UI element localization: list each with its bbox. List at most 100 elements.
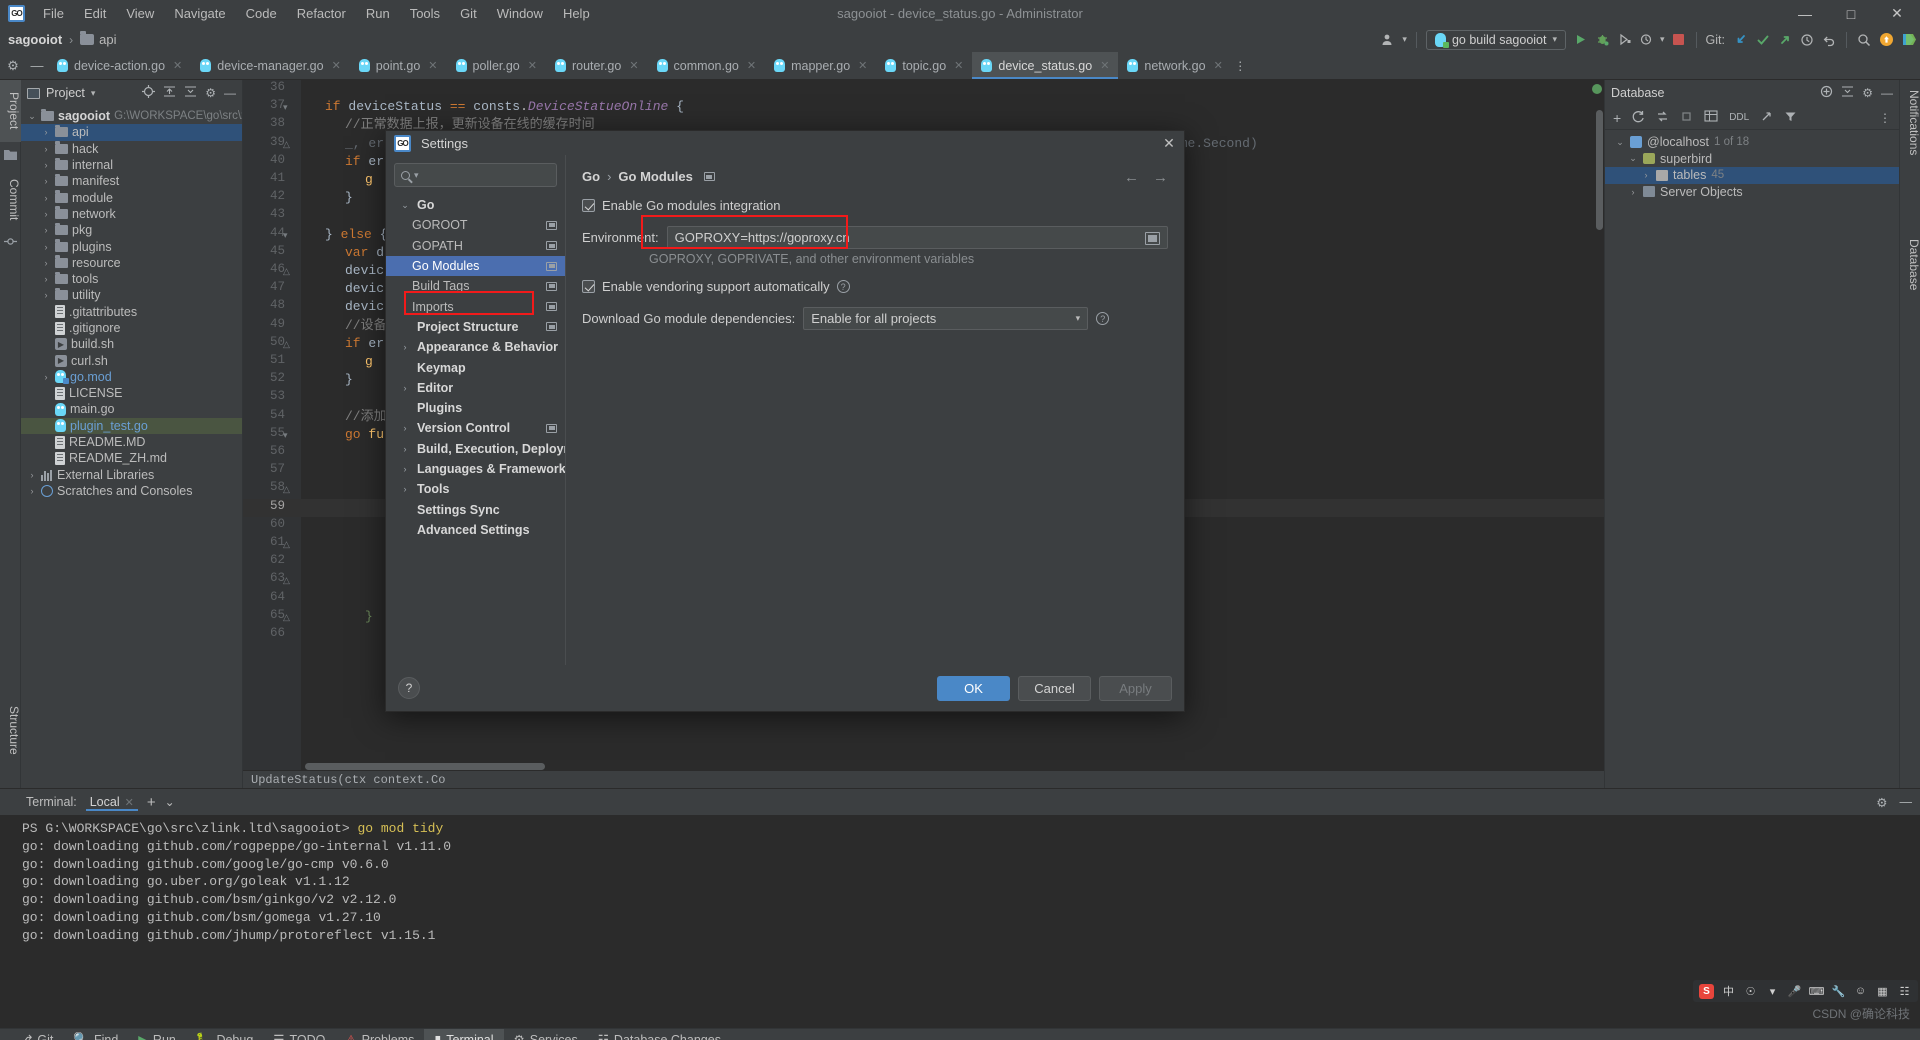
settings-tree-item[interactable]: › Languages & Frameworks xyxy=(386,459,566,479)
editor-tab[interactable]: poller.go ✕ xyxy=(447,52,546,79)
settings-tree-item[interactable]: › Build, Execution, Deployment xyxy=(386,439,566,459)
nav-forward-icon[interactable]: → xyxy=(1153,169,1168,186)
expand-chevron-icon[interactable]: › xyxy=(41,274,51,284)
settings-help-button[interactable]: ? xyxy=(398,677,420,699)
expand-chevron-icon[interactable]: › xyxy=(41,127,51,137)
run-configuration-selector[interactable]: go build sagooiot ▾ xyxy=(1425,29,1567,50)
tree-row[interactable]: › pkg xyxy=(21,222,242,238)
stop-button[interactable] xyxy=(1671,32,1687,48)
tab-close-icon[interactable]: ✕ xyxy=(528,59,537,72)
project-chevron-down-icon[interactable]: ▾ xyxy=(91,88,96,99)
db-add-datasource-icon[interactable] xyxy=(1820,85,1833,101)
enable-go-modules-checkbox[interactable] xyxy=(582,199,595,212)
commit-icon[interactable] xyxy=(1755,32,1771,48)
db-jump-icon[interactable] xyxy=(1760,110,1773,126)
microphone-icon[interactable]: 🎤 xyxy=(1787,984,1802,999)
tree-row[interactable]: › network xyxy=(21,206,242,222)
download-help-icon[interactable]: ? xyxy=(1096,312,1110,325)
tab-close-icon[interactable]: ✕ xyxy=(858,59,867,72)
editor-tab[interactable]: mapper.go ✕ xyxy=(765,52,876,79)
settings-tree-item[interactable]: › Version Control xyxy=(386,418,565,438)
inspection-status-icon[interactable] xyxy=(1592,84,1602,94)
project-scope-icon[interactable] xyxy=(546,261,557,271)
close-button[interactable]: ✕ xyxy=(1874,0,1920,27)
project-scope-icon[interactable] xyxy=(546,241,557,251)
sidebar-item-structure[interactable]: Structure xyxy=(0,695,21,765)
rollback-icon[interactable] xyxy=(1821,32,1837,48)
breadcrumb-parent[interactable]: Go xyxy=(582,169,600,184)
keyboard-icon[interactable]: ⌨ xyxy=(1809,984,1825,999)
settings-tree-item[interactable]: Settings Sync xyxy=(386,499,565,519)
sogou-icon[interactable]: S xyxy=(1699,983,1714,999)
expand-chevron-icon[interactable]: › xyxy=(398,342,412,352)
db-more-icon[interactable]: ⋮ xyxy=(1879,111,1891,125)
editor-tab[interactable]: router.go ✕ xyxy=(546,52,648,79)
project-scope-icon[interactable] xyxy=(546,281,557,291)
project-scope-icon[interactable] xyxy=(546,302,557,312)
expand-chevron-icon[interactable]: › xyxy=(41,193,51,203)
ide-assistant-icon[interactable] xyxy=(1900,32,1916,48)
expand-chevron-icon[interactable]: › xyxy=(41,242,51,252)
minimize-button[interactable]: — xyxy=(1782,0,1828,27)
run-with-coverage-button[interactable] xyxy=(1616,32,1632,48)
terminal-add-icon[interactable]: + xyxy=(147,794,156,811)
toolbox-icon[interactable]: 🔧 xyxy=(1831,984,1846,999)
tab-close-icon[interactable]: ✕ xyxy=(629,59,638,72)
tree-row[interactable]: README_ZH.md xyxy=(21,450,242,466)
expand-chevron-icon[interactable]: › xyxy=(41,258,51,268)
settings-tree-item[interactable]: ⌄ Go xyxy=(386,195,565,215)
vendoring-help-icon[interactable]: ? xyxy=(836,280,850,293)
db-filter-icon[interactable] xyxy=(1784,110,1797,126)
emoji-icon[interactable]: ☺ xyxy=(1853,984,1868,999)
expand-chevron-icon[interactable]: › xyxy=(27,486,37,496)
code-fold-icon[interactable]: △ xyxy=(283,571,290,589)
enable-go-modules-row[interactable]: Enable Go modules integration xyxy=(582,198,1168,213)
vendoring-checkbox[interactable] xyxy=(582,280,595,293)
tree-row[interactable]: › utility xyxy=(21,287,242,303)
history-icon[interactable] xyxy=(1799,32,1815,48)
expand-chevron-icon[interactable]: ⌄ xyxy=(1615,137,1625,148)
project-settings-icon[interactable]: ⚙ xyxy=(205,86,216,100)
editor-horizontal-scrollbar[interactable] xyxy=(305,763,545,770)
nav-back-icon[interactable]: ← xyxy=(1124,169,1139,186)
cancel-button[interactable]: Cancel xyxy=(1018,675,1091,701)
settings-tree-item[interactable]: › Editor xyxy=(386,378,565,398)
editor-tab[interactable]: point.go ✕ xyxy=(350,52,447,79)
terminal-settings-icon[interactable]: ⚙ xyxy=(1876,795,1887,810)
tree-row[interactable]: plugin_test.go xyxy=(21,417,242,434)
terminal-tab-close-icon[interactable]: ✕ xyxy=(125,796,134,809)
tool-button-todo[interactable]: ☰ TODO xyxy=(263,1029,335,1040)
expand-chevron-icon[interactable]: › xyxy=(398,484,412,494)
tree-row[interactable]: main.go xyxy=(21,401,242,417)
menu-refactor[interactable]: Refactor xyxy=(287,2,356,25)
project-scope-icon[interactable] xyxy=(703,172,715,181)
settings-tree-item[interactable]: Build Tags xyxy=(386,276,565,296)
expand-chevron-icon[interactable]: › xyxy=(1641,170,1651,180)
code-fold-icon[interactable]: ▾ xyxy=(283,426,288,444)
code-fold-icon[interactable]: ▾ xyxy=(283,98,288,116)
editor-tab[interactable]: device-action.go ✕ xyxy=(48,52,191,79)
environment-expand-button[interactable] xyxy=(1145,232,1160,245)
database-tree-row[interactable]: › tables 45 xyxy=(1605,167,1899,184)
tree-row[interactable]: .gitignore xyxy=(21,320,242,336)
settings-tree-item[interactable]: › Appearance & Behavior xyxy=(386,337,565,357)
ime-punct-icon[interactable]: ☉ xyxy=(1743,984,1758,999)
menu-navigate[interactable]: Navigate xyxy=(164,2,235,25)
tree-row[interactable]: › api xyxy=(21,124,242,141)
db-settings-icon[interactable]: ⚙ xyxy=(1862,86,1873,100)
locate-target-icon[interactable] xyxy=(142,85,156,101)
tree-row[interactable]: LICENSE xyxy=(21,385,242,401)
tool-button-services[interactable]: ⚙ Services xyxy=(504,1029,588,1040)
chevron-down-icon[interactable]: ⌄ xyxy=(27,111,37,122)
ime-chevron-down-icon[interactable]: ▾ xyxy=(1765,984,1780,999)
terminal-tab-local[interactable]: Local ✕ xyxy=(86,793,138,811)
tab-close-icon[interactable]: ✕ xyxy=(428,59,437,72)
tab-close-icon[interactable]: ✕ xyxy=(1100,59,1109,72)
expand-chevron-icon[interactable]: › xyxy=(41,225,51,235)
tab-close-icon[interactable]: ✕ xyxy=(954,59,963,72)
code-fold-icon[interactable]: △ xyxy=(283,262,290,280)
grid-icon[interactable]: ▦ xyxy=(1875,984,1890,999)
code-fold-icon[interactable]: △ xyxy=(283,608,290,626)
expand-chevron-icon[interactable]: › xyxy=(41,290,51,300)
menu-code[interactable]: Code xyxy=(236,2,287,25)
